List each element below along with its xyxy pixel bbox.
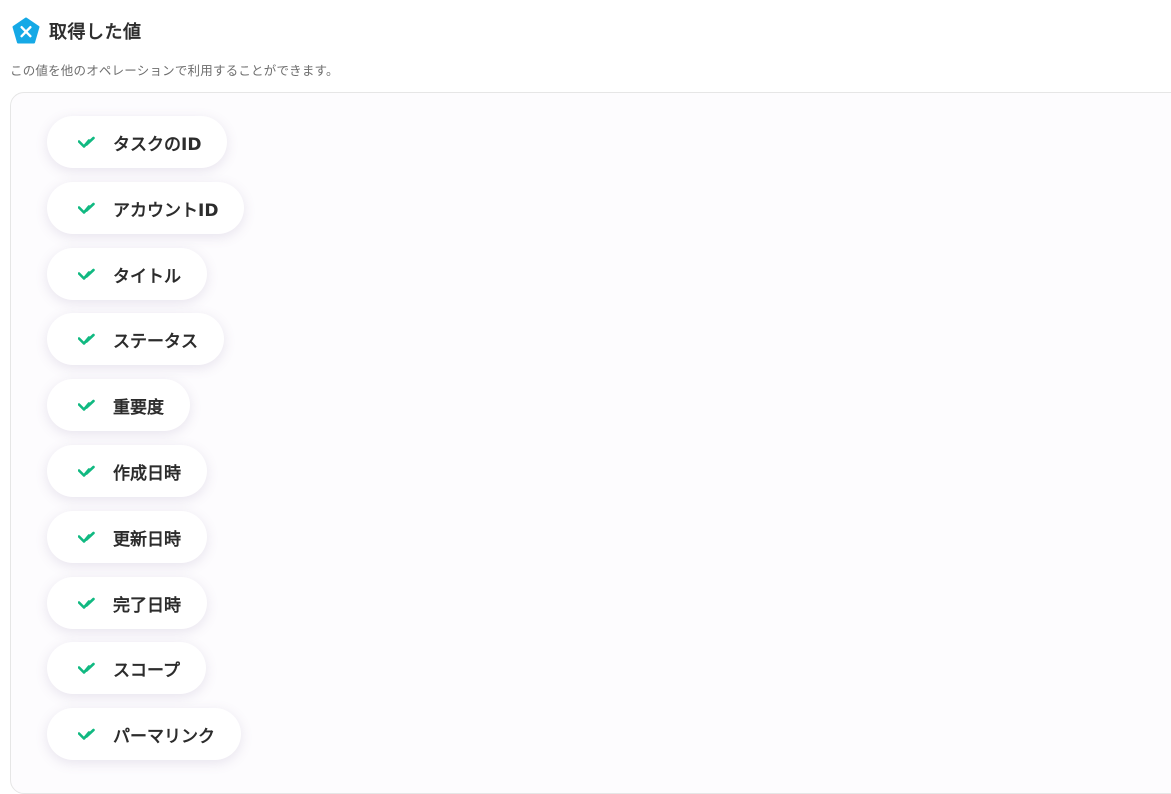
value-chip-label: タスクのID xyxy=(113,134,202,155)
check-icon xyxy=(78,202,95,214)
check-icon xyxy=(78,136,95,148)
value-chip-updated-at[interactable]: 更新日時 xyxy=(47,511,207,563)
value-chip-label: ステータス xyxy=(113,331,198,352)
value-chip-created-at[interactable]: 作成日時 xyxy=(47,445,207,497)
value-chip-permalink[interactable]: パーマリンク xyxy=(47,708,241,760)
check-icon xyxy=(78,333,95,345)
value-chip-importance[interactable]: 重要度 xyxy=(47,379,190,431)
value-chip-title[interactable]: タイトル xyxy=(47,248,207,300)
check-icon xyxy=(78,465,95,477)
x-pentagon-logo-icon xyxy=(12,17,40,44)
check-icon xyxy=(78,597,95,609)
value-chip-label: 重要度 xyxy=(113,397,164,418)
check-icon xyxy=(78,662,95,674)
page-title: 取得した値 xyxy=(49,22,142,43)
values-panel: タスクのID アカウントID タイトル ステータス 重要度 作成日時 更新日時 … xyxy=(10,92,1171,794)
value-chip-label: スコープ xyxy=(113,660,180,681)
value-chip-task-id[interactable]: タスクのID xyxy=(47,116,228,168)
value-chip-label: アカウントID xyxy=(113,200,219,221)
check-icon xyxy=(78,728,95,740)
value-chip-account-id[interactable]: アカウントID xyxy=(47,182,245,234)
value-chip-status[interactable]: ステータス xyxy=(47,313,224,365)
check-icon xyxy=(78,268,95,280)
value-chip-scope[interactable]: スコープ xyxy=(47,642,206,694)
value-chip-label: パーマリンク xyxy=(113,726,215,747)
value-chip-completed-at[interactable]: 完了日時 xyxy=(47,577,207,629)
value-chip-label: タイトル xyxy=(113,266,181,287)
section-header: 取得した値 xyxy=(12,16,142,46)
section-description: この値を他のオペレーションで利用することができます。 xyxy=(10,63,339,78)
check-icon xyxy=(78,399,95,411)
value-chip-label: 更新日時 xyxy=(113,529,181,550)
check-icon xyxy=(78,531,95,543)
value-chip-label: 作成日時 xyxy=(113,463,181,484)
value-chip-label: 完了日時 xyxy=(113,595,181,616)
